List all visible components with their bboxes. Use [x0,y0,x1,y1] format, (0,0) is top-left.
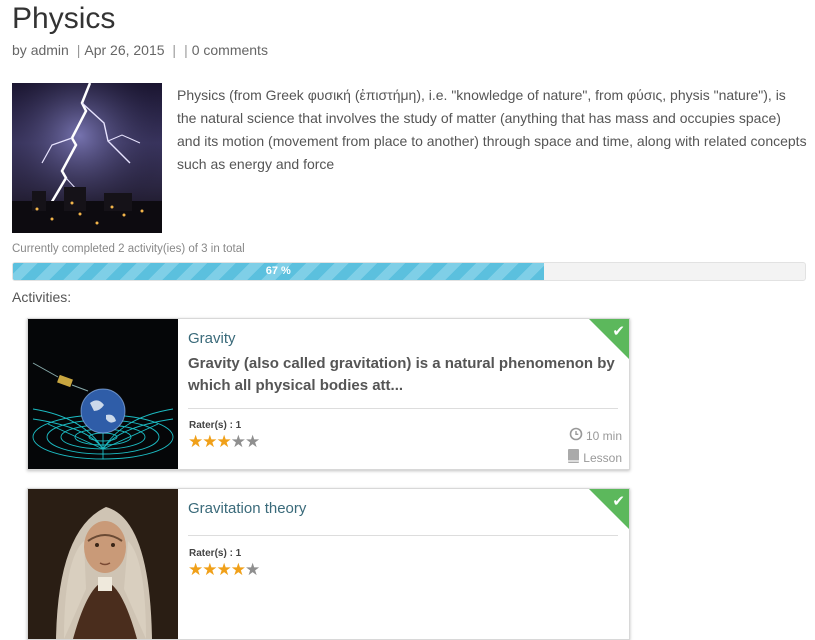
earth-spacetime-image [28,319,178,469]
star-empty-icon[interactable]: ★ [245,560,260,579]
star-filled-icon[interactable]: ★ [217,432,232,451]
checkmark-icon: ✔ [612,493,625,510]
duration-label: 10 min [585,428,622,443]
card-divider [188,535,618,536]
post-date: Apr 26, 2015 [84,42,165,58]
star-filled-icon[interactable]: ★ [231,560,246,579]
star-filled-icon[interactable]: ★ [188,560,203,579]
star-rating: ★★★★★ [188,560,260,579]
star-filled-icon[interactable]: ★ [217,560,232,579]
meta-separator: | [76,42,81,58]
progress-fill: 67 % [13,263,544,280]
activity-card[interactable]: Gravity Gravity (also called gravitation… [27,318,630,470]
newton-portrait-image [28,489,178,639]
card-divider [188,408,618,409]
progress-bar: 67 % [12,262,806,281]
post-meta: by admin | Apr 26, 2015 | | 0 comments [12,42,268,58]
star-filled-icon[interactable]: ★ [202,560,217,579]
clock-icon [569,427,583,444]
duration: 10 min [569,427,622,444]
star-filled-icon[interactable]: ★ [202,432,217,451]
star-empty-icon[interactable]: ★ [231,432,246,451]
activities-heading: Activities: [12,289,72,305]
star-filled-icon[interactable]: ★ [188,432,203,451]
activity-card[interactable]: Gravitation theory Rater(s) : 1 ★★★★★ ✔ [27,488,630,640]
page-title: Physics [12,2,116,35]
author-link[interactable]: admin [31,42,69,58]
activity-title[interactable]: Gravitation theory [188,500,306,517]
activity-type-label: Lesson [583,450,622,465]
progress-caption: Currently completed 2 activity(ies) of 3… [12,243,245,255]
comments-link[interactable]: 0 comments [192,42,268,58]
activity-title[interactable]: Gravity [188,330,236,347]
rater-count: Rater(s) : 1 [189,420,242,431]
activity-type: Lesson [567,449,622,466]
meta-separator: | [172,42,177,58]
post-description: Physics (from Greek φυσική (ἐπιστήμη), i… [177,87,807,172]
activity-excerpt: Gravity (also called gravitation) is a n… [188,355,615,394]
lightning-image [12,83,162,233]
star-rating: ★★★★★ [188,432,260,451]
book-icon [567,449,580,466]
star-empty-icon[interactable]: ★ [245,432,260,451]
meta-separator: | [184,42,188,58]
by-prefix: by [12,42,27,58]
checkmark-icon: ✔ [612,323,625,340]
rater-count: Rater(s) : 1 [189,548,242,559]
